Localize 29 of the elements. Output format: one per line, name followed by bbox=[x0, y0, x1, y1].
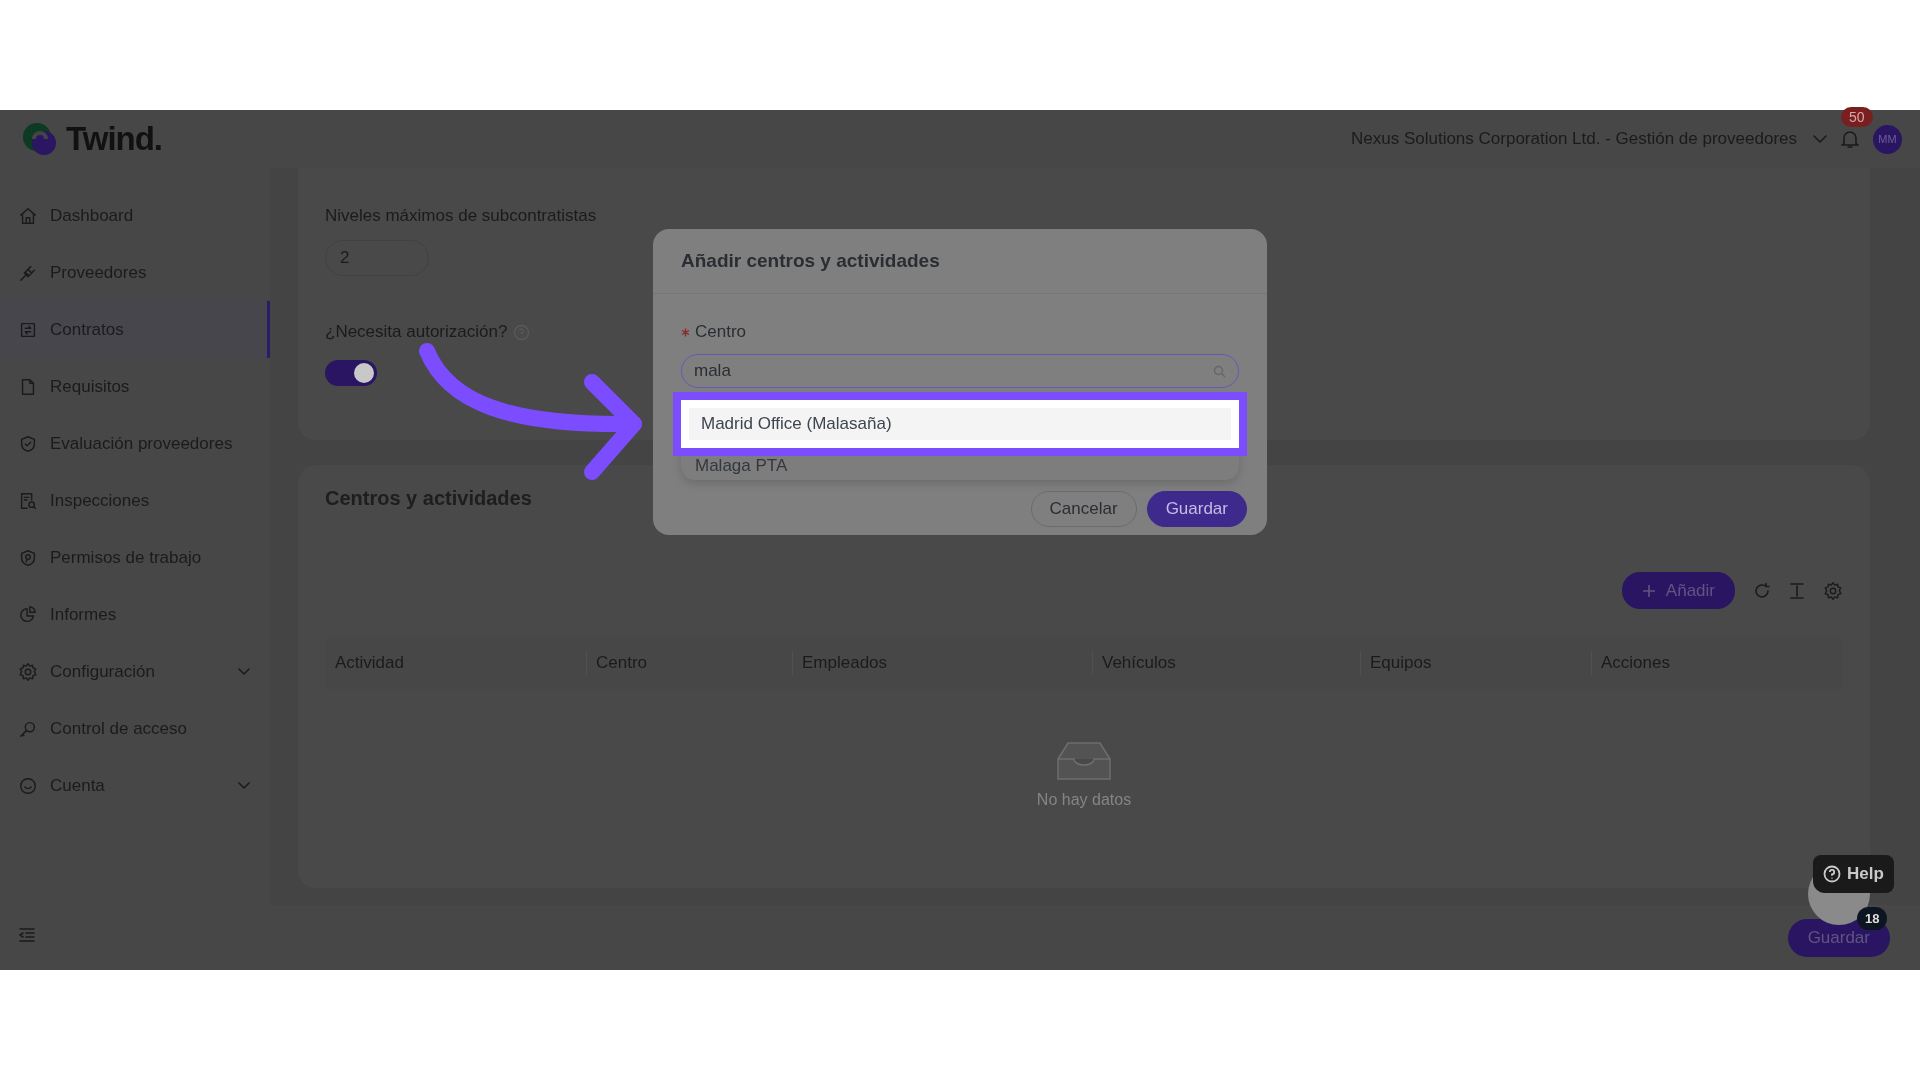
pie-chart-icon bbox=[18, 604, 38, 625]
empty-inbox-icon bbox=[1056, 741, 1112, 781]
empty-message: No hay datos bbox=[1036, 791, 1132, 809]
dropdown-option[interactable]: Madrid Office (Malasaña) bbox=[673, 392, 1247, 456]
add-button[interactable]: Añadir bbox=[1621, 572, 1735, 609]
shield-icon bbox=[18, 547, 38, 568]
refresh-icon[interactable] bbox=[1753, 581, 1771, 600]
smiley-icon bbox=[18, 775, 38, 796]
help-tooltip[interactable]: Help bbox=[1813, 855, 1894, 893]
row-height-icon[interactable] bbox=[1789, 581, 1805, 600]
chevron-down-icon bbox=[1813, 134, 1827, 144]
help-icon bbox=[1823, 865, 1841, 883]
dropdown-option[interactable]: Malaga PTA bbox=[681, 456, 1239, 476]
search-icon bbox=[1213, 364, 1226, 378]
user-avatar[interactable]: MM bbox=[1873, 124, 1902, 154]
toggle-switch[interactable] bbox=[325, 360, 377, 386]
collapse-menu-icon[interactable] bbox=[18, 927, 36, 943]
bell-icon[interactable] bbox=[1841, 129, 1859, 149]
cancel-button[interactable]: Cancelar bbox=[1030, 491, 1137, 527]
inspection-icon bbox=[18, 490, 38, 511]
home-icon bbox=[18, 205, 38, 226]
plus-icon bbox=[1641, 583, 1656, 598]
notification-badge: 50 bbox=[1841, 107, 1873, 127]
settings-icon[interactable] bbox=[1823, 580, 1843, 601]
shield-check-icon bbox=[18, 433, 38, 454]
dialog-title: Añadir centros y actividades bbox=[653, 229, 1267, 294]
field-label: Centro bbox=[695, 322, 747, 342]
settings-icon bbox=[18, 661, 38, 682]
save-button[interactable]: Guardar bbox=[1146, 491, 1247, 527]
